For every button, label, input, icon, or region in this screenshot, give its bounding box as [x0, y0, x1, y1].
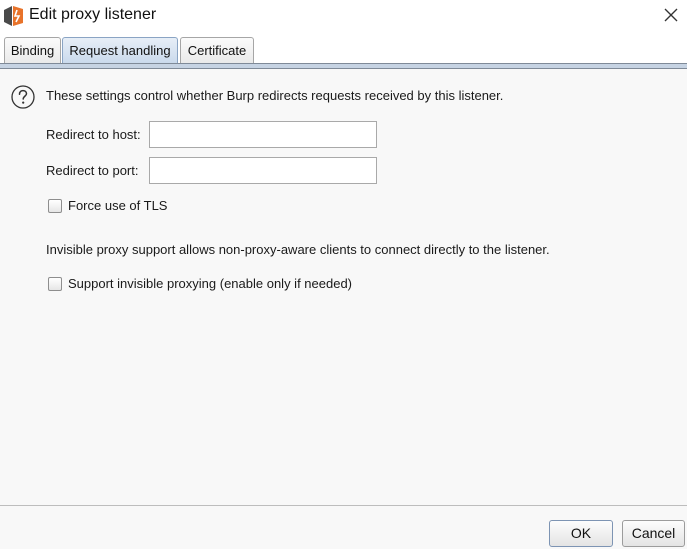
- burp-app-icon: [4, 6, 24, 26]
- force-tls-label[interactable]: Force use of TLS: [68, 198, 167, 214]
- tab-certificate[interactable]: Certificate: [180, 37, 254, 64]
- cancel-button[interactable]: Cancel: [622, 520, 685, 547]
- redirect-port-label: Redirect to port:: [46, 163, 139, 178]
- title-bar: Edit proxy listener: [0, 0, 687, 32]
- footer-divider: [0, 505, 687, 506]
- ok-button[interactable]: OK: [549, 520, 613, 547]
- window-title: Edit proxy listener: [29, 6, 157, 23]
- help-icon[interactable]: [11, 85, 35, 109]
- settings-description: These settings control whether Burp redi…: [46, 88, 504, 103]
- close-icon[interactable]: [658, 2, 684, 28]
- tab-binding[interactable]: Binding: [4, 37, 61, 64]
- tab-request-handling[interactable]: Request handling: [62, 37, 178, 64]
- redirect-host-input[interactable]: [149, 121, 377, 148]
- invisible-proxy-checkbox[interactable]: [48, 277, 62, 291]
- redirect-host-label: Redirect to host:: [46, 127, 141, 142]
- tab-underline: [0, 63, 687, 69]
- tab-strip: Binding Request handling Certificate: [0, 32, 687, 64]
- force-tls-checkbox[interactable]: [48, 199, 62, 213]
- redirect-port-input[interactable]: [149, 157, 377, 184]
- invisible-proxy-label[interactable]: Support invisible proxying (enable only …: [68, 276, 352, 292]
- invisible-proxy-description: Invisible proxy support allows non-proxy…: [46, 242, 550, 257]
